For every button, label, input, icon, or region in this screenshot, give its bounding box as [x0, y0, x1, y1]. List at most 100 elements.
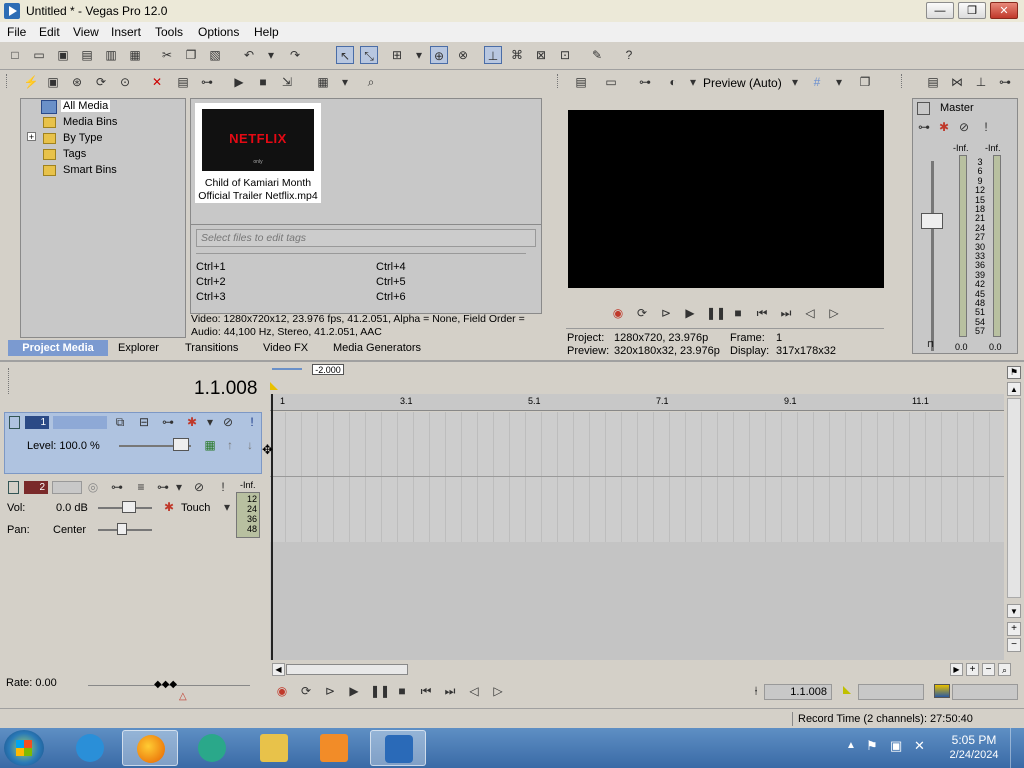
show-hidden-icons[interactable]: ▲	[846, 740, 856, 751]
stop-icon[interactable]: ■	[730, 306, 746, 320]
track-fx-icon[interactable]: ✱	[183, 413, 201, 431]
volume-muted-icon[interactable]: ✕	[914, 738, 925, 754]
zoom-tool-icon[interactable]: ⌕	[998, 663, 1011, 676]
normal-edit-tool-icon[interactable]: ↖	[336, 46, 354, 64]
tool-dropdown-icon[interactable]: ▾	[410, 46, 428, 64]
panel-grip[interactable]	[901, 74, 905, 88]
menu-options[interactable]: Options	[198, 25, 239, 39]
zoom-in-icon[interactable]: +	[1007, 622, 1021, 636]
minimize-button[interactable]: —	[926, 2, 954, 19]
rate-slider-handle[interactable]: ◆◆◆	[154, 679, 177, 690]
go-to-start-icon[interactable]: ⏮	[418, 684, 434, 699]
preview-fx-icon[interactable]: ⊶	[636, 73, 654, 91]
undo-dropdown-icon[interactable]: ▾	[262, 46, 280, 64]
master-solo-icon[interactable]: !	[977, 118, 995, 136]
scroll-thumb[interactable]	[1007, 398, 1021, 598]
vegas-app-icon[interactable]	[4, 3, 20, 19]
redo-icon[interactable]: ↷	[286, 46, 304, 64]
preview-properties-icon[interactable]: ▤	[572, 73, 590, 91]
ignore-grouping-icon[interactable]: ⊠	[532, 46, 550, 64]
video-track-header[interactable]: 1 ⧉ ⊟ ⊶ ✱ ▾ ⊘ ! Level: 100.0 % ▦ ↑ ↓	[4, 412, 262, 474]
maximize-button[interactable]: ❐	[958, 2, 986, 19]
play-from-start-icon[interactable]: ⊳	[658, 306, 674, 320]
get-media-icon[interactable]: ⊛	[68, 73, 86, 91]
track-minimize-icon[interactable]	[8, 481, 19, 494]
scroll-thumb[interactable]	[286, 664, 408, 675]
track-minimize-icon[interactable]	[9, 416, 20, 429]
scroll-up-icon[interactable]: ▲	[1007, 382, 1021, 396]
panel-splitter[interactable]	[0, 360, 1024, 362]
empty-track-space[interactable]	[270, 542, 1004, 660]
audio-track-lane[interactable]	[270, 476, 1004, 542]
dim-icon[interactable]: ⊥	[972, 73, 990, 91]
shortcut-ctrl5[interactable]: Ctrl+5	[376, 276, 406, 288]
tree-item-all-media[interactable]: All Media	[61, 100, 111, 112]
go-to-end-icon[interactable]: ⏭	[778, 306, 794, 321]
search-icon[interactable]: ⌕	[362, 73, 380, 91]
taskbar-explorer[interactable]	[246, 730, 302, 766]
tags-input[interactable]: Select files to edit tags	[196, 229, 536, 247]
menu-file[interactable]: File	[7, 25, 26, 39]
expand-keyframes-icon[interactable]: ▦	[201, 436, 219, 454]
track-fx-dropdown-icon[interactable]: ▾	[201, 413, 219, 431]
play-icon[interactable]: ▶	[346, 684, 362, 698]
pause-icon[interactable]: ❚❚	[370, 684, 390, 698]
help-pointer-icon[interactable]: ?	[620, 46, 638, 64]
video-track-lane[interactable]	[270, 412, 1004, 476]
track-solo-icon[interactable]: !	[243, 413, 261, 431]
automation-dropdown-icon[interactable]: ▾	[218, 498, 236, 516]
time-ruler[interactable]: 1 3.1 5.1 7.1 9.1 11.1	[270, 394, 1004, 411]
cursor-time-display[interactable]: 1.1.008	[194, 378, 257, 400]
external-monitor-icon[interactable]: ▭	[602, 73, 620, 91]
taskbar-app[interactable]	[184, 730, 240, 766]
track-name-field[interactable]	[53, 416, 107, 429]
refresh-icon[interactable]: ⟳	[92, 73, 110, 91]
arm-record-icon[interactable]: ◎	[84, 478, 102, 496]
automation-icon[interactable]: ✱	[160, 498, 178, 516]
taskbar-media-player[interactable]	[306, 730, 362, 766]
play-icon[interactable]: ▶	[230, 73, 248, 91]
expand-icon[interactable]: +	[27, 132, 36, 142]
envelope-tool-icon[interactable]: ⤡	[360, 46, 378, 64]
panel-grip[interactable]	[6, 74, 10, 88]
enable-snapping-icon[interactable]: ⊡	[556, 46, 574, 64]
overlays-icon[interactable]: #	[808, 73, 826, 91]
snapping-icon[interactable]: ⊥	[484, 46, 502, 64]
scroll-right-icon[interactable]: ▶	[950, 663, 963, 676]
shortcut-ctrl2[interactable]: Ctrl+2	[196, 276, 226, 288]
menu-edit[interactable]: Edit	[39, 25, 60, 39]
go-to-start-icon[interactable]: ⏮	[754, 306, 770, 321]
play-icon[interactable]: ▶	[682, 306, 698, 320]
master-fx-icon[interactable]: ⊶	[996, 73, 1014, 91]
paste-icon[interactable]: ▧	[206, 46, 224, 64]
play-from-start-icon[interactable]: ⊳	[322, 684, 338, 698]
track-motion-icon[interactable]: ⊶	[159, 413, 177, 431]
prev-frame-icon[interactable]: ◁	[466, 684, 482, 698]
remove-icon[interactable]: ✕	[148, 73, 166, 91]
taskbar-firefox[interactable]	[122, 730, 178, 766]
track-fx-chain-icon[interactable]: ≡	[132, 478, 150, 496]
panel-grip[interactable]	[557, 74, 561, 88]
show-desktop-button[interactable]	[1010, 728, 1024, 768]
selection-start-field[interactable]	[858, 684, 924, 700]
track-solo-icon[interactable]: !	[214, 478, 232, 496]
cut-icon[interactable]: ✂	[158, 46, 176, 64]
start-button[interactable]	[4, 730, 44, 766]
loop-region-bar[interactable]	[272, 368, 302, 370]
plugin-icon[interactable]: ⊶	[198, 73, 216, 91]
tab-transitions[interactable]: Transitions	[185, 342, 238, 354]
auto-ripple-icon[interactable]: ⊕	[430, 46, 448, 64]
go-to-end-icon[interactable]: ⏭	[442, 684, 458, 699]
views-dropdown-icon[interactable]: ▾	[336, 73, 354, 91]
network-icon[interactable]: ▣	[890, 738, 902, 754]
zoom-out-horizontal-icon[interactable]: −	[982, 663, 995, 676]
scroll-left-icon[interactable]: ◀	[272, 663, 285, 676]
master-fader-handle[interactable]	[921, 213, 943, 229]
marker-label[interactable]: -2.000	[312, 364, 344, 375]
overlays-dropdown-icon[interactable]: ▾	[830, 73, 848, 91]
action-center-icon[interactable]: ⚑	[866, 738, 878, 754]
pause-icon[interactable]: ❚❚	[706, 306, 726, 320]
tab-explorer[interactable]: Explorer	[118, 342, 159, 354]
menu-view[interactable]: View	[73, 25, 99, 39]
zoom-in-horizontal-icon[interactable]: +	[966, 663, 979, 676]
